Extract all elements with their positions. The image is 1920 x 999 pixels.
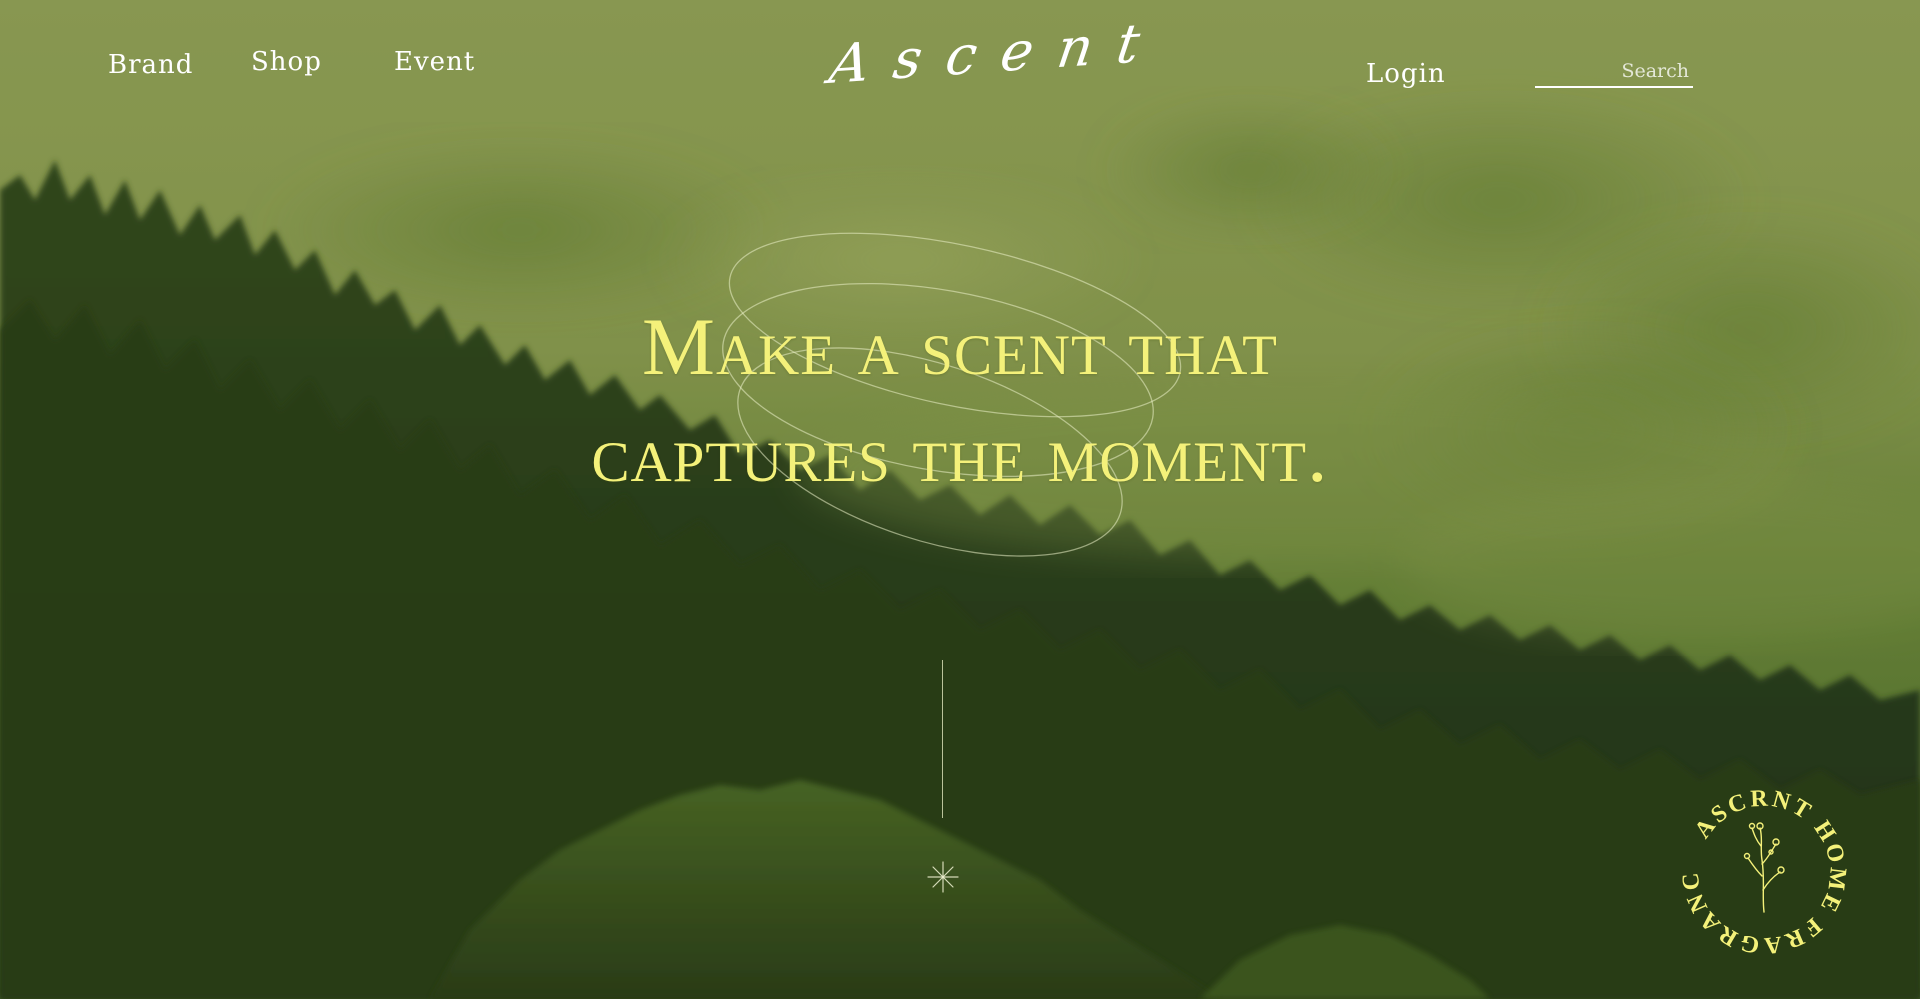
sparkle-icon <box>927 861 959 893</box>
botanical-sprig-icon <box>1743 822 1785 913</box>
scroll-indicator-line <box>942 660 943 818</box>
brand-badge[interactable]: ASCRNT HOME FRAGRANCR <box>1672 780 1856 964</box>
search-box <box>1535 58 1693 88</box>
hero-headline-line-2: captures the moment. <box>591 408 1329 499</box>
search-input[interactable] <box>1535 58 1693 86</box>
nav-link-event[interactable]: Event <box>394 47 475 77</box>
decorative-rings <box>722 232 1182 557</box>
badge-circular-text: ASCRNT HOME FRAGRANCR <box>1672 780 1851 959</box>
landing-page: Brand Shop Event Ascent Login Make a sce… <box>0 0 1920 999</box>
brand-logo[interactable]: Ascent <box>826 10 1168 100</box>
login-link[interactable]: Login <box>1366 59 1446 89</box>
hero-headline-line-1: Make a scent that <box>642 301 1278 392</box>
nav-link-brand[interactable]: Brand <box>108 50 193 80</box>
nav-link-shop[interactable]: Shop <box>251 47 322 77</box>
